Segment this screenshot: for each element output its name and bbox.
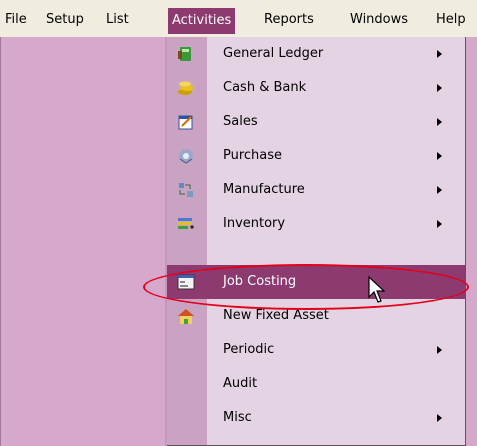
menu-item-cash-bank[interactable]: Cash & Bank <box>167 71 465 105</box>
menu-item-label: Sales <box>223 114 258 129</box>
manufacture-icon <box>179 183 193 197</box>
desktop-area <box>0 37 165 446</box>
menu-item-audit[interactable]: Audit <box>167 367 465 401</box>
menu-item-periodic[interactable]: Periodic <box>167 333 465 367</box>
menu-help[interactable]: Help <box>434 11 468 29</box>
submenu-arrow-icon <box>437 414 442 422</box>
submenu-arrow-icon <box>437 50 442 58</box>
menu-item-purchase[interactable]: Purchase <box>167 139 465 173</box>
menu-item-label: Job Costing <box>223 274 297 289</box>
fixed-asset-icon <box>178 309 194 324</box>
submenu-arrow-icon <box>437 118 442 126</box>
menu-item-label: General Ledger <box>223 46 324 61</box>
menu-item-label: Purchase <box>223 148 283 163</box>
menu-item-label: Manufacture <box>223 182 305 197</box>
menu-item-label: Misc <box>223 410 252 425</box>
job-costing-icon <box>177 274 195 290</box>
menu-reports[interactable]: Reports <box>262 11 316 29</box>
submenu-arrow-icon <box>437 152 442 160</box>
desktop-area-right <box>466 37 477 446</box>
inventory-icon <box>178 218 194 229</box>
purchase-icon <box>179 149 193 164</box>
activities-dropdown-menu: General Ledger Cash & Bank Sales Purchas… <box>167 37 466 446</box>
menu-item-label: Cash & Bank <box>223 80 307 95</box>
menu-item-label: Inventory <box>223 216 286 231</box>
menu-item-label: Audit <box>223 376 258 391</box>
menu-item-general-ledger[interactable]: General Ledger <box>167 37 465 71</box>
menu-bar: File Setup List Activities Reports Windo… <box>0 0 477 37</box>
menu-windows[interactable]: Windows <box>348 11 410 29</box>
menu-item-label: New Fixed Asset <box>223 308 329 323</box>
submenu-arrow-icon <box>437 220 442 228</box>
menu-setup[interactable]: Setup <box>44 11 86 29</box>
submenu-arrow-icon <box>437 346 442 354</box>
cash-bank-icon <box>178 81 194 95</box>
menu-item-sales[interactable]: Sales <box>167 105 465 139</box>
menu-item-job-costing[interactable]: Job Costing <box>167 265 465 299</box>
menu-activities[interactable]: Activities <box>168 8 236 34</box>
menu-item-label: Periodic <box>223 342 275 357</box>
menu-item-misc[interactable]: Misc <box>167 401 465 435</box>
sales-icon <box>178 115 193 130</box>
menu-list[interactable]: List <box>104 11 131 29</box>
menu-file[interactable]: File <box>3 11 29 29</box>
general-ledger-icon <box>178 47 191 61</box>
menu-item-inventory[interactable]: Inventory <box>167 207 465 241</box>
submenu-arrow-icon <box>437 186 442 194</box>
menu-item-new-fixed-asset[interactable]: New Fixed Asset <box>167 299 465 333</box>
menu-item-manufacture[interactable]: Manufacture <box>167 173 465 207</box>
submenu-arrow-icon <box>437 84 442 92</box>
mouse-cursor-icon <box>368 275 386 303</box>
